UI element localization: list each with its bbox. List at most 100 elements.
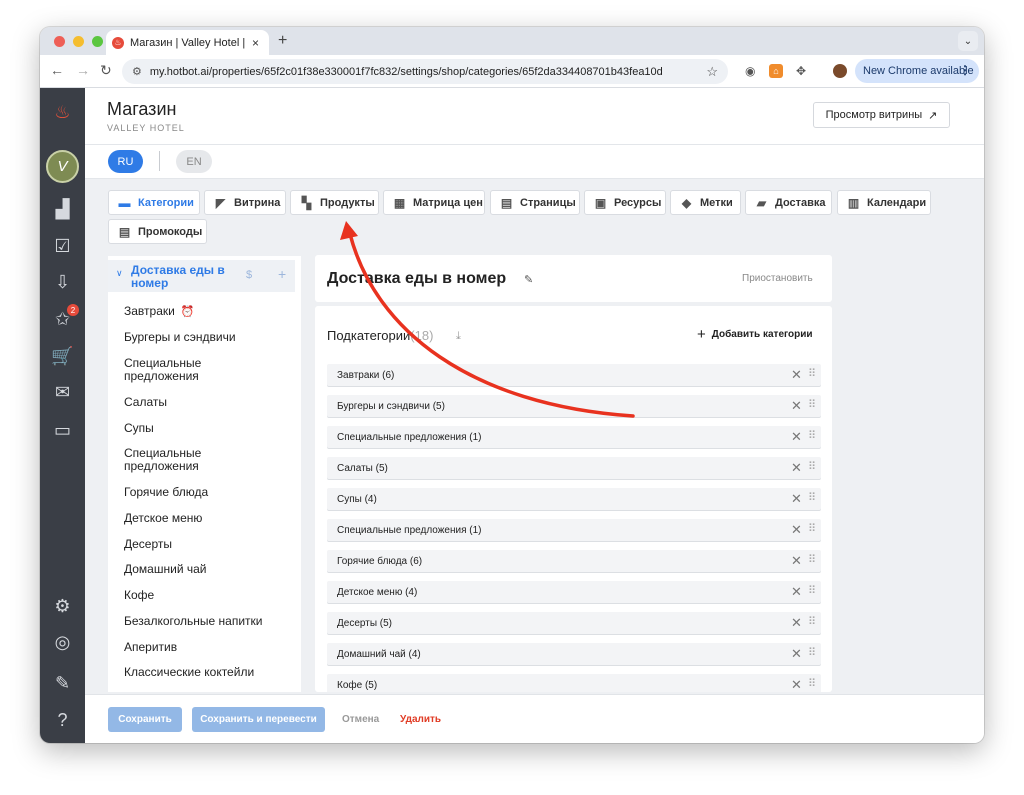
tab-showcase[interactable]: ◤ Витрина bbox=[204, 190, 286, 215]
tab-calendars[interactable]: ▥ Календари bbox=[837, 190, 931, 215]
language-ru-button[interactable]: RU bbox=[108, 150, 143, 173]
delete-button[interactable]: Удалить bbox=[400, 714, 441, 725]
remove-icon[interactable]: ✕ bbox=[791, 677, 802, 692]
reload-icon[interactable]: ↻ bbox=[100, 62, 112, 79]
tab-delivery[interactable]: ▰ Доставка bbox=[745, 190, 832, 215]
subcategory-row[interactable]: Специальные предложения (1) ✕ ⠿ bbox=[327, 519, 821, 541]
tree-item[interactable]: Специальные предложения bbox=[124, 357, 234, 383]
more-menu-icon[interactable]: ⋮ bbox=[959, 63, 971, 77]
tree-item[interactable]: Салаты bbox=[124, 396, 254, 409]
subcategory-row[interactable]: Горячие блюда (6) ✕ ⠿ bbox=[327, 550, 821, 572]
remove-icon[interactable]: ✕ bbox=[791, 429, 802, 445]
chrome-update-button[interactable]: New Chrome available ⋮ bbox=[855, 59, 979, 83]
subcategory-row[interactable]: Салаты (5) ✕ ⠿ bbox=[327, 457, 821, 479]
remove-icon[interactable]: ✕ bbox=[791, 522, 802, 538]
minimize-window-button[interactable] bbox=[73, 36, 84, 47]
inbox-download-icon[interactable]: ⇩ bbox=[50, 270, 75, 295]
drag-handle-icon[interactable]: ⠿ bbox=[808, 460, 816, 473]
cancel-button[interactable]: Отмена bbox=[342, 714, 379, 725]
hotbot-flame-icon[interactable]: ♨ bbox=[50, 100, 75, 125]
close-tab-icon[interactable]: × bbox=[252, 36, 259, 50]
chevron-down-icon[interactable]: ∨ bbox=[116, 268, 123, 279]
site-info-icon[interactable]: ⚙ bbox=[132, 65, 142, 78]
download-icon[interactable]: ⤓ bbox=[456, 330, 461, 343]
subcategory-row[interactable]: Домашний чай (4) ✕ ⠿ bbox=[327, 643, 821, 665]
edit-pencil-icon[interactable]: ✎ bbox=[50, 671, 75, 696]
subcategory-row[interactable]: Специальные предложения (1) ✕ ⠿ bbox=[327, 426, 821, 448]
user-profile-icon[interactable]: ◎ bbox=[50, 630, 75, 655]
drag-handle-icon[interactable]: ⠿ bbox=[808, 677, 816, 690]
puzzle-extensions-icon[interactable]: ✥ bbox=[796, 64, 806, 78]
drag-handle-icon[interactable]: ⠿ bbox=[808, 522, 816, 535]
suspend-button[interactable]: Приостановить bbox=[742, 273, 813, 284]
remove-icon[interactable]: ✕ bbox=[791, 646, 802, 662]
tree-item[interactable]: Классические коктейли bbox=[124, 666, 299, 679]
tree-item[interactable]: Аперитив bbox=[124, 641, 254, 654]
subcategory-row[interactable]: Завтраки (6) ✕ ⠿ bbox=[327, 364, 821, 386]
tree-item[interactable]: Домашний чай bbox=[124, 563, 254, 576]
subcategory-row[interactable]: Десерты (5) ✕ ⠿ bbox=[327, 612, 821, 634]
save-button[interactable]: Сохранить bbox=[108, 707, 182, 732]
extension-icon[interactable]: ⌂ bbox=[769, 64, 783, 78]
mail-upload-icon[interactable]: ✉ bbox=[50, 380, 75, 405]
tab-price-matrix[interactable]: ▦ Матрица цен bbox=[383, 190, 485, 215]
settings-gear-icon[interactable]: ⚙ bbox=[50, 594, 75, 619]
remove-icon[interactable]: ✕ bbox=[791, 460, 802, 476]
subcategory-row[interactable]: Супы (4) ✕ ⠿ bbox=[327, 488, 821, 510]
remove-icon[interactable]: ✕ bbox=[791, 553, 802, 569]
tasks-check-icon[interactable]: ☑ bbox=[50, 234, 75, 259]
remove-icon[interactable]: ✕ bbox=[791, 398, 802, 414]
tree-item[interactable]: Десерты bbox=[124, 538, 254, 551]
tree-item[interactable]: Супы bbox=[124, 422, 254, 435]
tree-item[interactable]: Горячие блюда bbox=[124, 486, 254, 499]
add-subcategory-icon[interactable]: + bbox=[278, 266, 286, 282]
forward-icon[interactable]: → bbox=[76, 62, 90, 78]
edit-pencil-icon[interactable]: ✎ bbox=[524, 273, 533, 286]
tree-item[interactable]: Кофе bbox=[124, 589, 254, 602]
remove-icon[interactable]: ✕ bbox=[791, 367, 802, 383]
tree-root-item[interactable]: ∨ Доставка еды в номер $ + bbox=[108, 260, 295, 292]
save-and-translate-button[interactable]: Сохранить и перевести bbox=[192, 707, 325, 732]
tab-search-icon[interactable]: ⌄ bbox=[958, 31, 978, 51]
drag-handle-icon[interactable]: ⠿ bbox=[808, 584, 816, 597]
maximize-window-button[interactable] bbox=[92, 36, 103, 47]
subcategory-row[interactable]: Кофе (5) ✕ ⠿ bbox=[327, 674, 821, 692]
remove-icon[interactable]: ✕ bbox=[791, 615, 802, 631]
camera-icon[interactable]: ◉ bbox=[745, 64, 755, 78]
chat-icon[interactable]: ▭ bbox=[50, 418, 75, 443]
profile-avatar[interactable] bbox=[833, 64, 847, 78]
price-dollar-icon[interactable]: $ bbox=[246, 269, 252, 281]
drag-handle-icon[interactable]: ⠿ bbox=[808, 367, 816, 380]
subcategory-row[interactable]: Детское меню (4) ✕ ⠿ bbox=[327, 581, 821, 603]
drag-handle-icon[interactable]: ⠿ bbox=[808, 646, 816, 659]
tree-item[interactable]: Детское меню bbox=[124, 512, 254, 525]
tree-item[interactable]: Бургеры и сэндвичи bbox=[124, 331, 254, 344]
property-avatar[interactable]: V bbox=[46, 150, 79, 183]
tree-item[interactable]: Безалкогольные напитки bbox=[124, 615, 299, 628]
new-tab-icon[interactable]: + bbox=[278, 32, 287, 50]
tab-categories[interactable]: ▬ Категории bbox=[108, 190, 200, 215]
address-bar[interactable]: ⚙ my.hotbot.ai/properties/65f2c01f38e330… bbox=[122, 59, 728, 84]
language-en-button[interactable]: EN bbox=[176, 150, 212, 173]
drag-handle-icon[interactable]: ⠿ bbox=[808, 491, 816, 504]
remove-icon[interactable]: ✕ bbox=[791, 491, 802, 507]
help-icon[interactable]: ? bbox=[50, 708, 75, 733]
tab-resources[interactable]: ▣ Ресурсы bbox=[584, 190, 666, 215]
remove-icon[interactable]: ✕ bbox=[791, 584, 802, 600]
drag-handle-icon[interactable]: ⠿ bbox=[808, 398, 816, 411]
tab-pages[interactable]: ▤ Страницы bbox=[490, 190, 580, 215]
tree-item[interactable]: Специальные предложения bbox=[124, 447, 234, 473]
tree-item[interactable]: Завтраки ⏰ bbox=[124, 305, 254, 319]
tab-products[interactable]: ▚ Продукты bbox=[290, 190, 379, 215]
tab-tags[interactable]: ◆ Метки bbox=[670, 190, 741, 215]
tab-promocodes[interactable]: ▤ Промокоды bbox=[108, 219, 207, 244]
add-category-button[interactable]: + Добавить категории bbox=[697, 326, 813, 343]
shop-cart-icon[interactable]: 🛒 bbox=[50, 344, 75, 369]
drag-handle-icon[interactable]: ⠿ bbox=[808, 553, 816, 566]
bookmark-star-icon[interactable]: ☆ bbox=[706, 64, 718, 80]
analytics-icon[interactable]: ▟ bbox=[50, 197, 75, 222]
browser-tab[interactable]: ♨ Магазин | Valley Hotel | Hotb × bbox=[106, 30, 269, 55]
drag-handle-icon[interactable]: ⠿ bbox=[808, 615, 816, 628]
back-icon[interactable]: ← bbox=[50, 62, 64, 78]
close-window-button[interactable] bbox=[54, 36, 65, 47]
